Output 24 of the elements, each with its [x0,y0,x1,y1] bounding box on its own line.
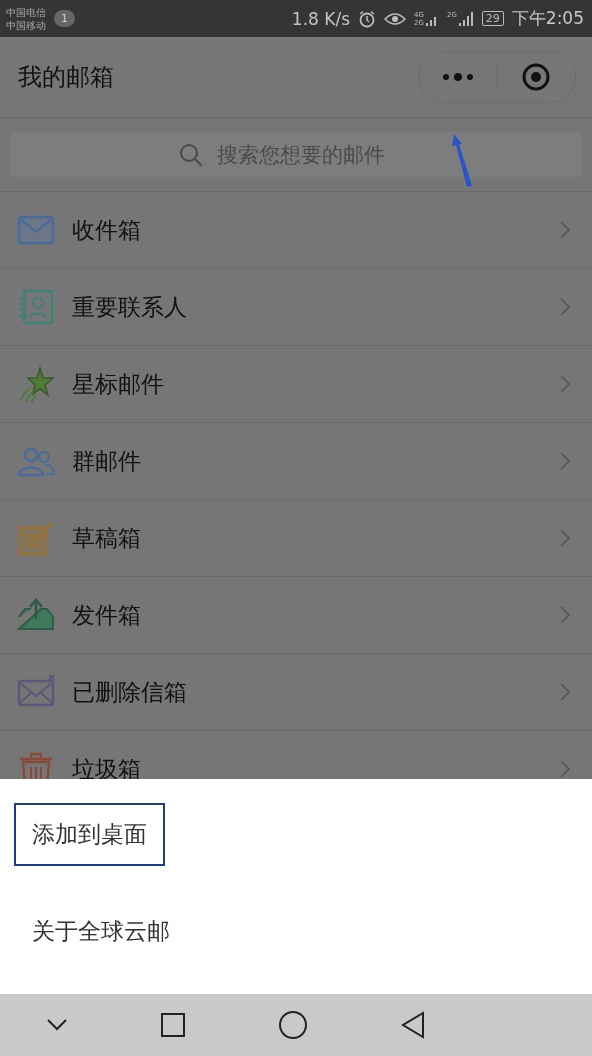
folder-label: 已删除信箱 [72,677,188,707]
folder-item[interactable]: 发件箱 [0,577,592,654]
folder-item[interactable]: 重要联系人 [0,269,592,346]
clock-time: 下午2:05 [511,7,584,30]
folder-item[interactable]: 收件箱 [0,192,592,269]
folder-label: 草稿箱 [72,523,142,553]
carrier-name: 中国电信 [6,5,46,19]
folder-item[interactable]: 已删除信箱 [0,654,592,731]
folder-label: 垃圾箱 [72,754,142,779]
notification-badge: 1 [54,10,75,27]
battery-level: 29 [481,11,504,26]
menu-item[interactable]: 添加到桌面 [14,803,165,866]
network-speed: 1.8 K/s [291,8,351,29]
folder-item[interactable]: 草稿箱 [0,500,592,577]
folder-item[interactable]: 星标邮件 [0,346,592,423]
folder-label: 星标邮件 [72,369,165,399]
menu-item[interactable]: 关于全球云邮 [14,900,188,963]
folder-item[interactable]: 群邮件 [0,423,592,500]
carrier-name: 中国移动 [6,18,46,32]
folder-label: 重要联系人 [72,292,188,322]
folder-label: 收件箱 [72,215,142,245]
folder-label: 群邮件 [72,446,142,476]
folder-label: 发件箱 [72,600,142,630]
page-title: 我的邮箱 [18,62,115,93]
